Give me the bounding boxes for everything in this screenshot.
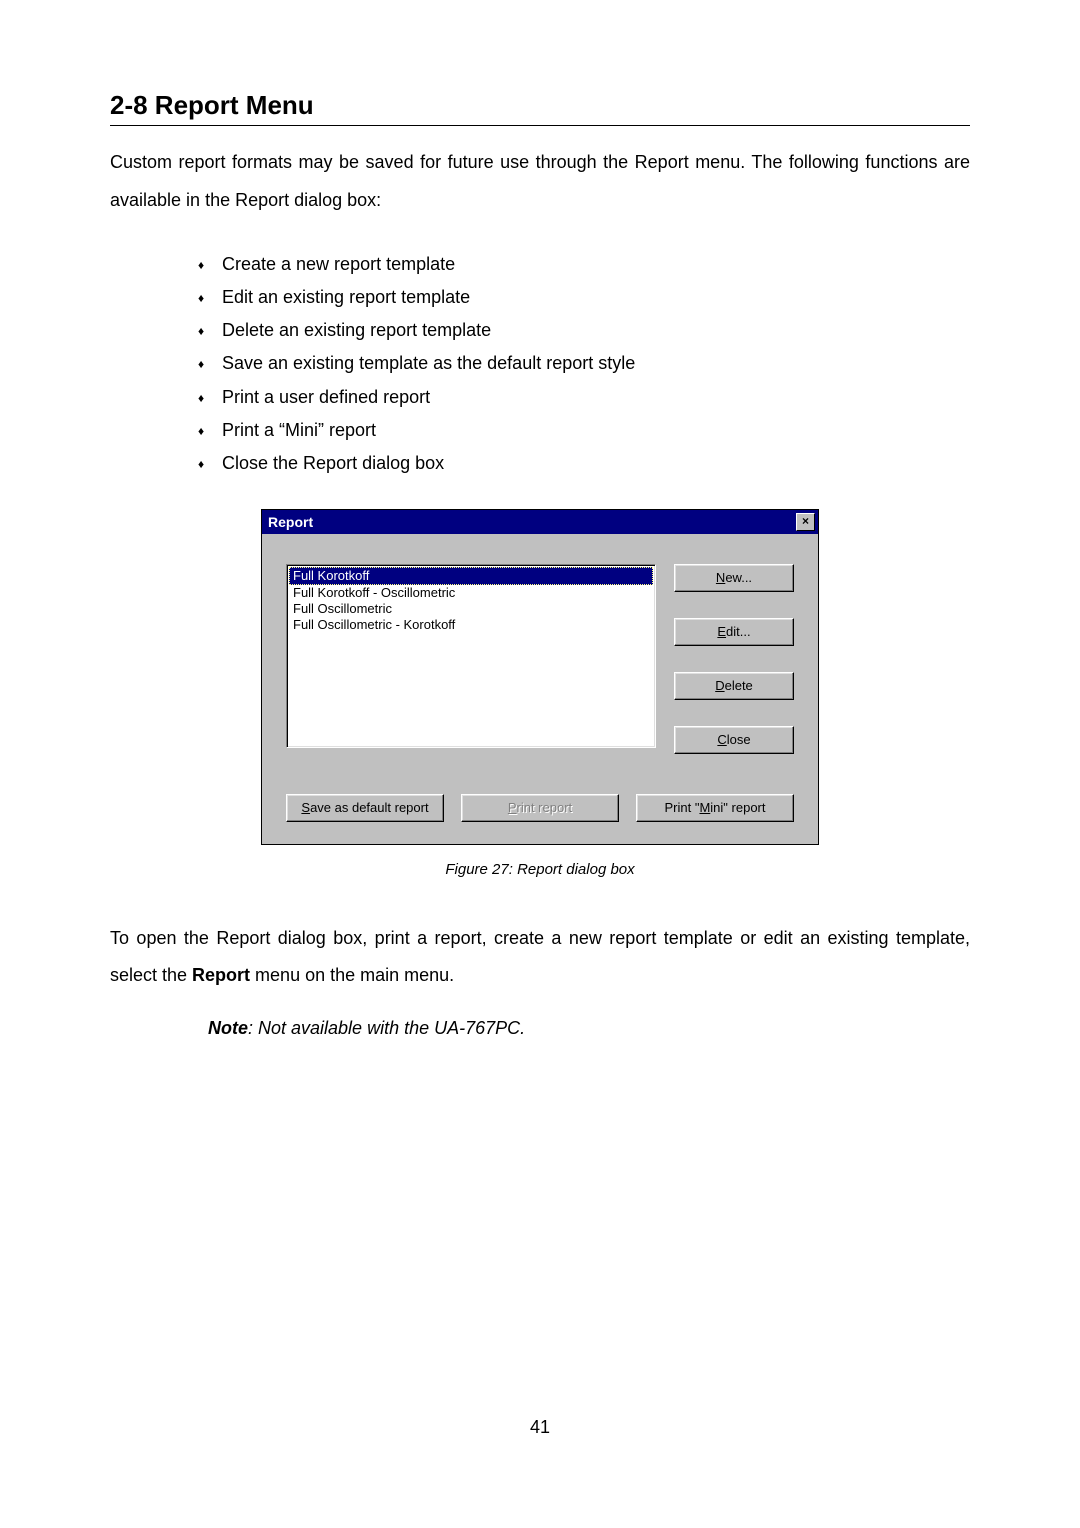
dialog-bottom-buttons: Save as default report Print report Prin… <box>286 794 794 822</box>
page-number: 41 <box>0 1417 1080 1438</box>
delete-button[interactable]: Delete <box>674 672 794 700</box>
list-item[interactable]: Full Oscillometric - Korotkoff <box>289 617 653 633</box>
print-mini-button[interactable]: Print "Mini" report <box>636 794 794 822</box>
document-page: 2-8 Report Menu Custom report formats ma… <box>0 0 1080 1528</box>
list-item[interactable]: Full Oscillometric <box>289 601 653 617</box>
title-underline <box>110 125 970 126</box>
close-icon[interactable]: × <box>796 513 815 531</box>
outro-paragraph: To open the Report dialog box, print a r… <box>110 920 970 996</box>
edit-button[interactable]: Edit... <box>674 618 794 646</box>
list-item: Print a “Mini” report <box>198 414 970 447</box>
dialog-main-row: Full Korotkoff Full Korotkoff - Oscillom… <box>286 564 794 754</box>
close-button[interactable]: Close <box>674 726 794 754</box>
list-item: Edit an existing report template <box>198 281 970 314</box>
intro-paragraph: Custom report formats may be saved for f… <box>110 144 970 220</box>
list-item[interactable]: Full Korotkoff - Oscillometric <box>289 585 653 601</box>
print-report-button: Print report <box>461 794 619 822</box>
report-template-list[interactable]: Full Korotkoff Full Korotkoff - Oscillom… <box>286 564 656 748</box>
list-item: Print a user defined report <box>198 381 970 414</box>
section-title: 2-8 Report Menu <box>110 90 970 121</box>
dialog-side-buttons: New... Edit... Delete Close <box>674 564 794 754</box>
note-line: Note: Not available with the UA-767PC. <box>208 1013 970 1044</box>
dialog-titlebar[interactable]: Report × <box>262 510 818 534</box>
new-button[interactable]: New... <box>674 564 794 592</box>
list-item: Create a new report template <box>198 248 970 281</box>
save-default-button[interactable]: Save as default report <box>286 794 444 822</box>
list-item: Save an existing template as the default… <box>198 347 970 380</box>
list-item-selected[interactable]: Full Korotkoff <box>289 567 653 585</box>
dialog-body: Full Korotkoff Full Korotkoff - Oscillom… <box>262 534 818 844</box>
report-dialog: Report × Full Korotkoff Full Korotkoff -… <box>261 509 819 845</box>
dialog-title: Report <box>268 514 313 530</box>
list-item: Close the Report dialog box <box>198 447 970 480</box>
feature-list: Create a new report template Edit an exi… <box>198 248 970 481</box>
list-item: Delete an existing report template <box>198 314 970 347</box>
figure-caption: Figure 27: Report dialog box <box>110 861 970 878</box>
